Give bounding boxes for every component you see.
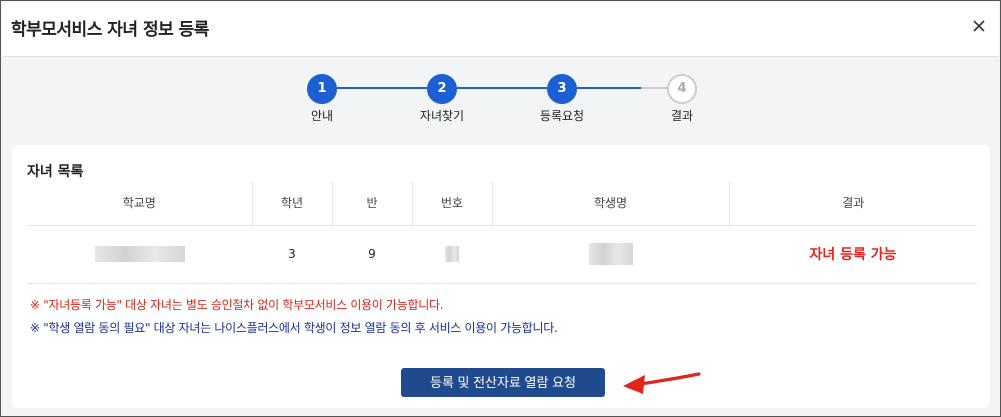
step-connector-1 xyxy=(337,87,427,89)
children-card: 자녀 목록 학교명 학년 반 번호 학생명 결과 3 9 자녀 등록 가능 ※ … xyxy=(12,145,990,408)
step-3-circle: 3 xyxy=(547,74,577,104)
redacted-student-name xyxy=(588,243,633,265)
cell-number xyxy=(412,225,492,284)
cell-school xyxy=(27,225,252,284)
step-3-label: 등록요청 xyxy=(539,109,585,123)
step-2-label: 자녀찾기 xyxy=(419,109,465,123)
note-registration-available: ※ "자녀등록 가능" 대상 자녀는 별도 승인절차 없이 학부모서비스 이용이… xyxy=(30,298,444,312)
section-title: 자녀 목록 xyxy=(27,164,84,180)
cell-student-name xyxy=(492,225,729,284)
step-4-label: 결과 xyxy=(670,109,694,123)
result-badge: 자녀 등록 가능 xyxy=(809,247,897,263)
cell-class: 9 xyxy=(332,225,412,284)
redacted-school-name xyxy=(94,246,185,262)
note-consent-required: ※ "학생 열람 동의 필요" 대상 자녀는 나이스플러스에서 학생이 정보 열… xyxy=(30,321,558,335)
dialog-header: 학부모서비스 자녀 정보 등록 xyxy=(2,2,999,57)
progress-stepper: 1 2 3 4 안내 자녀찾기 등록요청 결과 xyxy=(1,57,1001,145)
step-1-circle: 1 xyxy=(307,74,337,104)
col-student-name: 학생명 xyxy=(491,181,729,226)
register-request-button[interactable]: 등록 및 전산자료 열람 요청 xyxy=(401,368,605,397)
col-number: 번호 xyxy=(411,181,492,226)
col-grade: 학년 xyxy=(251,181,332,226)
children-table: 학교명 학년 반 번호 학생명 결과 3 9 자녀 등록 가능 xyxy=(27,181,977,284)
dialog-frame: 학부모서비스 자녀 정보 등록 1 2 3 4 안내 자녀찾기 등록요청 결과 … xyxy=(0,0,1001,417)
red-arrow-icon xyxy=(623,372,701,394)
col-class: 반 xyxy=(331,181,412,226)
redacted-student-number xyxy=(445,246,459,262)
cell-result: 자녀 등록 가능 xyxy=(729,225,977,284)
step-2-circle: 2 xyxy=(427,74,457,104)
cell-grade: 3 xyxy=(252,225,332,284)
close-icon[interactable] xyxy=(969,16,989,36)
col-result: 결과 xyxy=(728,181,977,226)
table-header-row: 학교명 학년 반 번호 학생명 결과 xyxy=(27,181,977,226)
step-connector-3-rest xyxy=(641,87,669,89)
col-school: 학교명 xyxy=(27,181,252,226)
step-4-circle: 4 xyxy=(667,74,697,104)
step-connector-2 xyxy=(457,87,547,89)
step-1-label: 안내 xyxy=(310,109,334,123)
dialog-title: 학부모서비스 자녀 정보 등록 xyxy=(11,20,209,40)
table-row: 3 9 자녀 등록 가능 xyxy=(27,225,977,284)
